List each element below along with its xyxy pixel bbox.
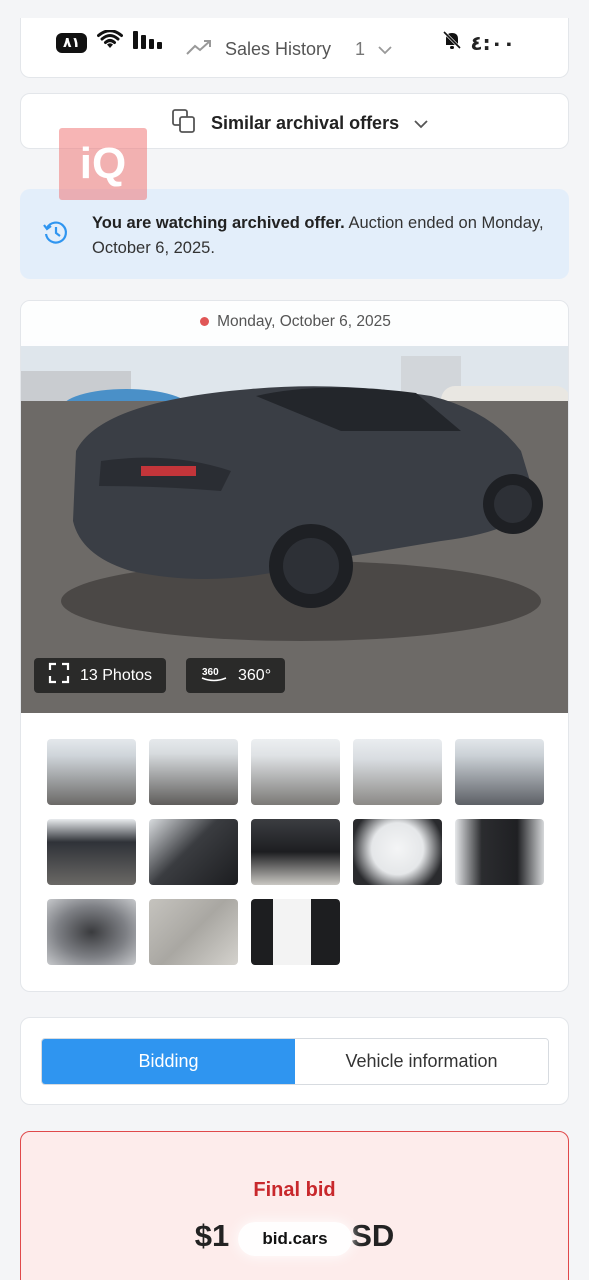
battery-indicator: ٨١ [56,32,88,53]
thumbnail-interior-front[interactable] [149,819,238,885]
fullscreen-icon [48,662,70,689]
tab-vehicle-information[interactable]: Vehicle information [295,1039,548,1084]
view-360-label: 360° [238,666,272,684]
photo-gallery: Monday, October 6, 2025 13 Photos 360 36… [20,300,569,992]
bid-cars-pill[interactable]: bid.cars [238,1222,352,1256]
car-photo-image [21,341,568,713]
history-icon [42,219,70,252]
thumbnail-exterior-rear[interactable] [47,819,136,885]
thumbnail-exterior-rear-left[interactable] [47,739,136,805]
main-photo[interactable]: Monday, October 6, 2025 13 Photos 360 36… [21,301,568,713]
thumbnail-interior-console[interactable] [251,819,340,885]
archived-notice-text: You are watching archived offer. Auction… [92,214,544,257]
thumbnail-interior-screen[interactable] [353,819,442,885]
thumbnail-exterior-rear-right[interactable] [149,739,238,805]
view-360-button[interactable]: 360 360° [186,658,286,693]
similar-offers-label: Similar archival offers [211,113,400,133]
clock: ٤:٠٠ [470,30,515,55]
thumbnail-label[interactable] [251,899,340,965]
thumbnail-exterior-damage-side[interactable] [353,739,442,805]
copy-icon [171,108,197,139]
bell-muted-icon [442,30,462,55]
chevron-down-icon[interactable] [413,113,429,134]
thumbnail-exterior-side[interactable] [251,739,340,805]
archived-notice: You are watching archived offer. Auction… [20,189,569,279]
tabs-card: Bidding Vehicle information [20,1017,569,1105]
thumbnail-exterior-front[interactable] [455,739,544,805]
thumbnail-frunk[interactable] [47,899,136,965]
rotate-360-icon: 360 [200,664,228,687]
svg-text:360: 360 [202,667,219,678]
photos-count-button[interactable]: 13 Photos [34,658,167,693]
tab-bar: Bidding Vehicle information [41,1038,549,1085]
thumbnail-interior-rear-seats[interactable] [455,819,544,885]
final-bid-card: Final bid $1 SD [20,1131,569,1280]
final-bid-title: Final bid [253,1179,336,1201]
status-bar: ٨١ ٤:٠٠ [0,28,589,58]
tab-bidding[interactable]: Bidding [42,1039,295,1084]
photos-count-label: 13 Photos [80,666,153,684]
thumbnail-part[interactable] [149,899,238,965]
auction-date: Monday, October 6, 2025 [21,313,568,331]
wifi-icon [97,29,124,55]
iq-watermark-logo: iQ [59,128,147,200]
thumbnail-grid [47,739,544,965]
signal-icon [133,31,163,54]
